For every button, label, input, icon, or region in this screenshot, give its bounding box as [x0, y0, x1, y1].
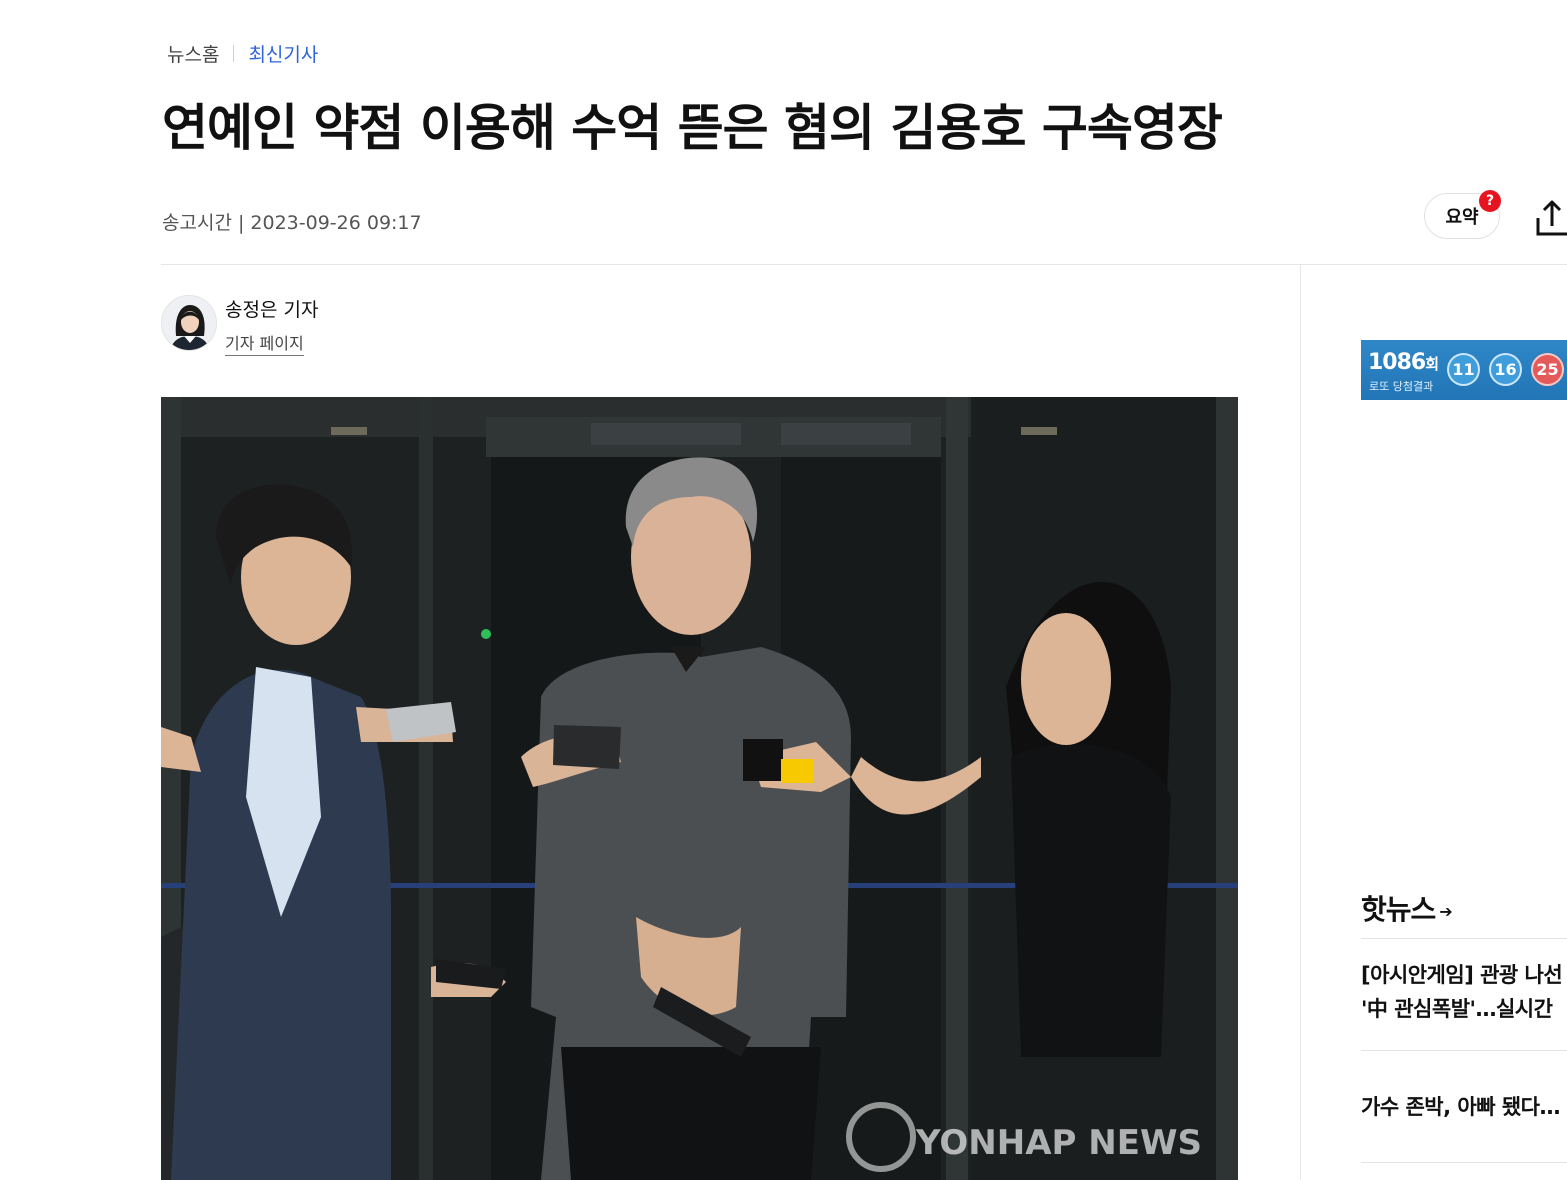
article-photo: YONHAP NEWS — [161, 397, 1238, 1180]
lotto-ball: 25 — [1531, 353, 1564, 386]
hot-news-title-label: 핫뉴스 — [1361, 893, 1436, 926]
hot-news-item-line: '中 관심폭발'…실시간 — [1361, 997, 1553, 1021]
hot-news-divider — [1361, 938, 1567, 939]
lotto-ball: 11 — [1447, 353, 1480, 386]
lotto-banner[interactable]: 1086회 로또 당첨결과 11 16 25 — [1361, 340, 1567, 400]
reporter-name: 송정은 기자 — [225, 299, 319, 321]
breadcrumb-separator — [233, 45, 235, 62]
column-divider — [1300, 265, 1301, 1180]
arrow-right-icon: ➔ — [1439, 901, 1452, 921]
article-title: 연예인 약점 이용해 수억 뜯은 혐의 김용호 구속영장 — [162, 99, 1223, 157]
hot-news-item-line: 가수 존박, 아빠 됐다… — [1361, 1095, 1560, 1119]
hot-news-divider — [1361, 1162, 1567, 1163]
lotto-round: 1086회 — [1368, 350, 1439, 375]
summary-label: 요약 — [1445, 207, 1479, 228]
share-icon — [1536, 200, 1567, 236]
hot-news-item[interactable]: 가수 존박, 아빠 됐다… — [1361, 1090, 1567, 1124]
reporter-avatar[interactable] — [161, 295, 217, 351]
lotto-round-suffix: 회 — [1425, 355, 1439, 373]
lotto-subtitle: 로또 당첨결과 — [1369, 380, 1434, 393]
breadcrumb-current[interactable]: 최신기사 — [248, 40, 318, 67]
lotto-ball: 16 — [1489, 353, 1522, 386]
reporter-page-link[interactable]: 기자 페이지 — [225, 330, 304, 356]
help-badge-icon: ? — [1479, 190, 1501, 212]
hot-news-item-line: [아시안게임] 관광 나선 — [1361, 963, 1563, 987]
hot-news-title[interactable]: 핫뉴스 ➔ — [1361, 888, 1453, 928]
hot-news-item[interactable]: [아시안게임] 관광 나선 '中 관심폭발'…실시간 — [1361, 958, 1567, 1026]
lotto-round-number: 1086 — [1368, 350, 1426, 375]
photo-watermark: YONHAP NEWS — [915, 1123, 1202, 1163]
hot-news-divider — [1361, 1050, 1567, 1051]
share-button[interactable] — [1534, 196, 1567, 238]
breadcrumb: 뉴스홈 최신기사 — [167, 40, 318, 67]
breadcrumb-home[interactable]: 뉴스홈 — [167, 40, 219, 67]
header-divider — [161, 264, 1567, 265]
summary-button[interactable]: 요약 ? — [1424, 190, 1501, 239]
publish-time: 송고시간 | 2023-09-26 09:17 — [162, 212, 422, 234]
